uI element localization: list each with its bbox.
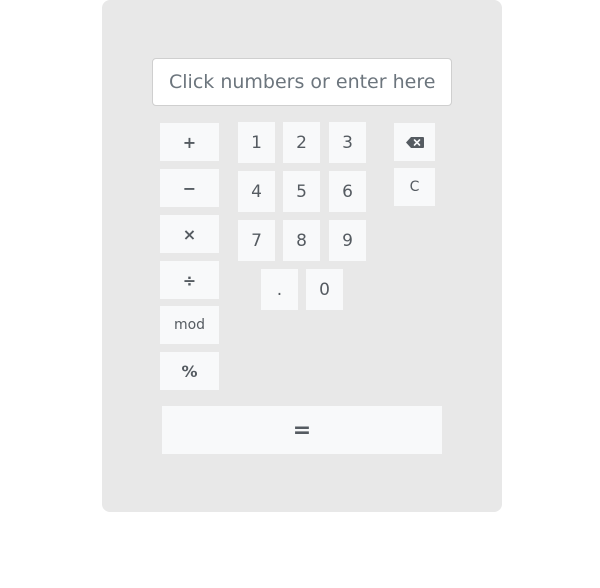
digit-5-button[interactable]: 5 (283, 171, 320, 212)
backspace-button[interactable] (394, 123, 435, 161)
digit-3-button[interactable]: 3 (329, 122, 366, 163)
digit-4-button[interactable]: 4 (238, 171, 275, 212)
digit-8-button[interactable]: 8 (283, 220, 320, 261)
clear-button[interactable]: C (394, 168, 435, 206)
multiply-button[interactable]: × (160, 215, 219, 253)
digit-2-button[interactable]: 2 (283, 122, 320, 163)
calculator-display-input[interactable] (152, 58, 452, 106)
backspace-icon (405, 136, 424, 148)
digit-0-button[interactable]: 0 (306, 269, 343, 310)
digit-1-button[interactable]: 1 (238, 122, 275, 163)
decimal-point-button[interactable]: . (261, 269, 298, 310)
equals-button[interactable]: = (162, 406, 442, 454)
subtract-button[interactable]: − (160, 169, 219, 207)
divide-button[interactable]: ÷ (160, 261, 219, 299)
digit-6-button[interactable]: 6 (329, 171, 366, 212)
add-button[interactable]: + (160, 123, 219, 161)
digit-9-button[interactable]: 9 (329, 220, 366, 261)
percent-button[interactable]: % (160, 352, 219, 390)
digit-7-button[interactable]: 7 (238, 220, 275, 261)
mod-button[interactable]: mod (160, 306, 219, 344)
